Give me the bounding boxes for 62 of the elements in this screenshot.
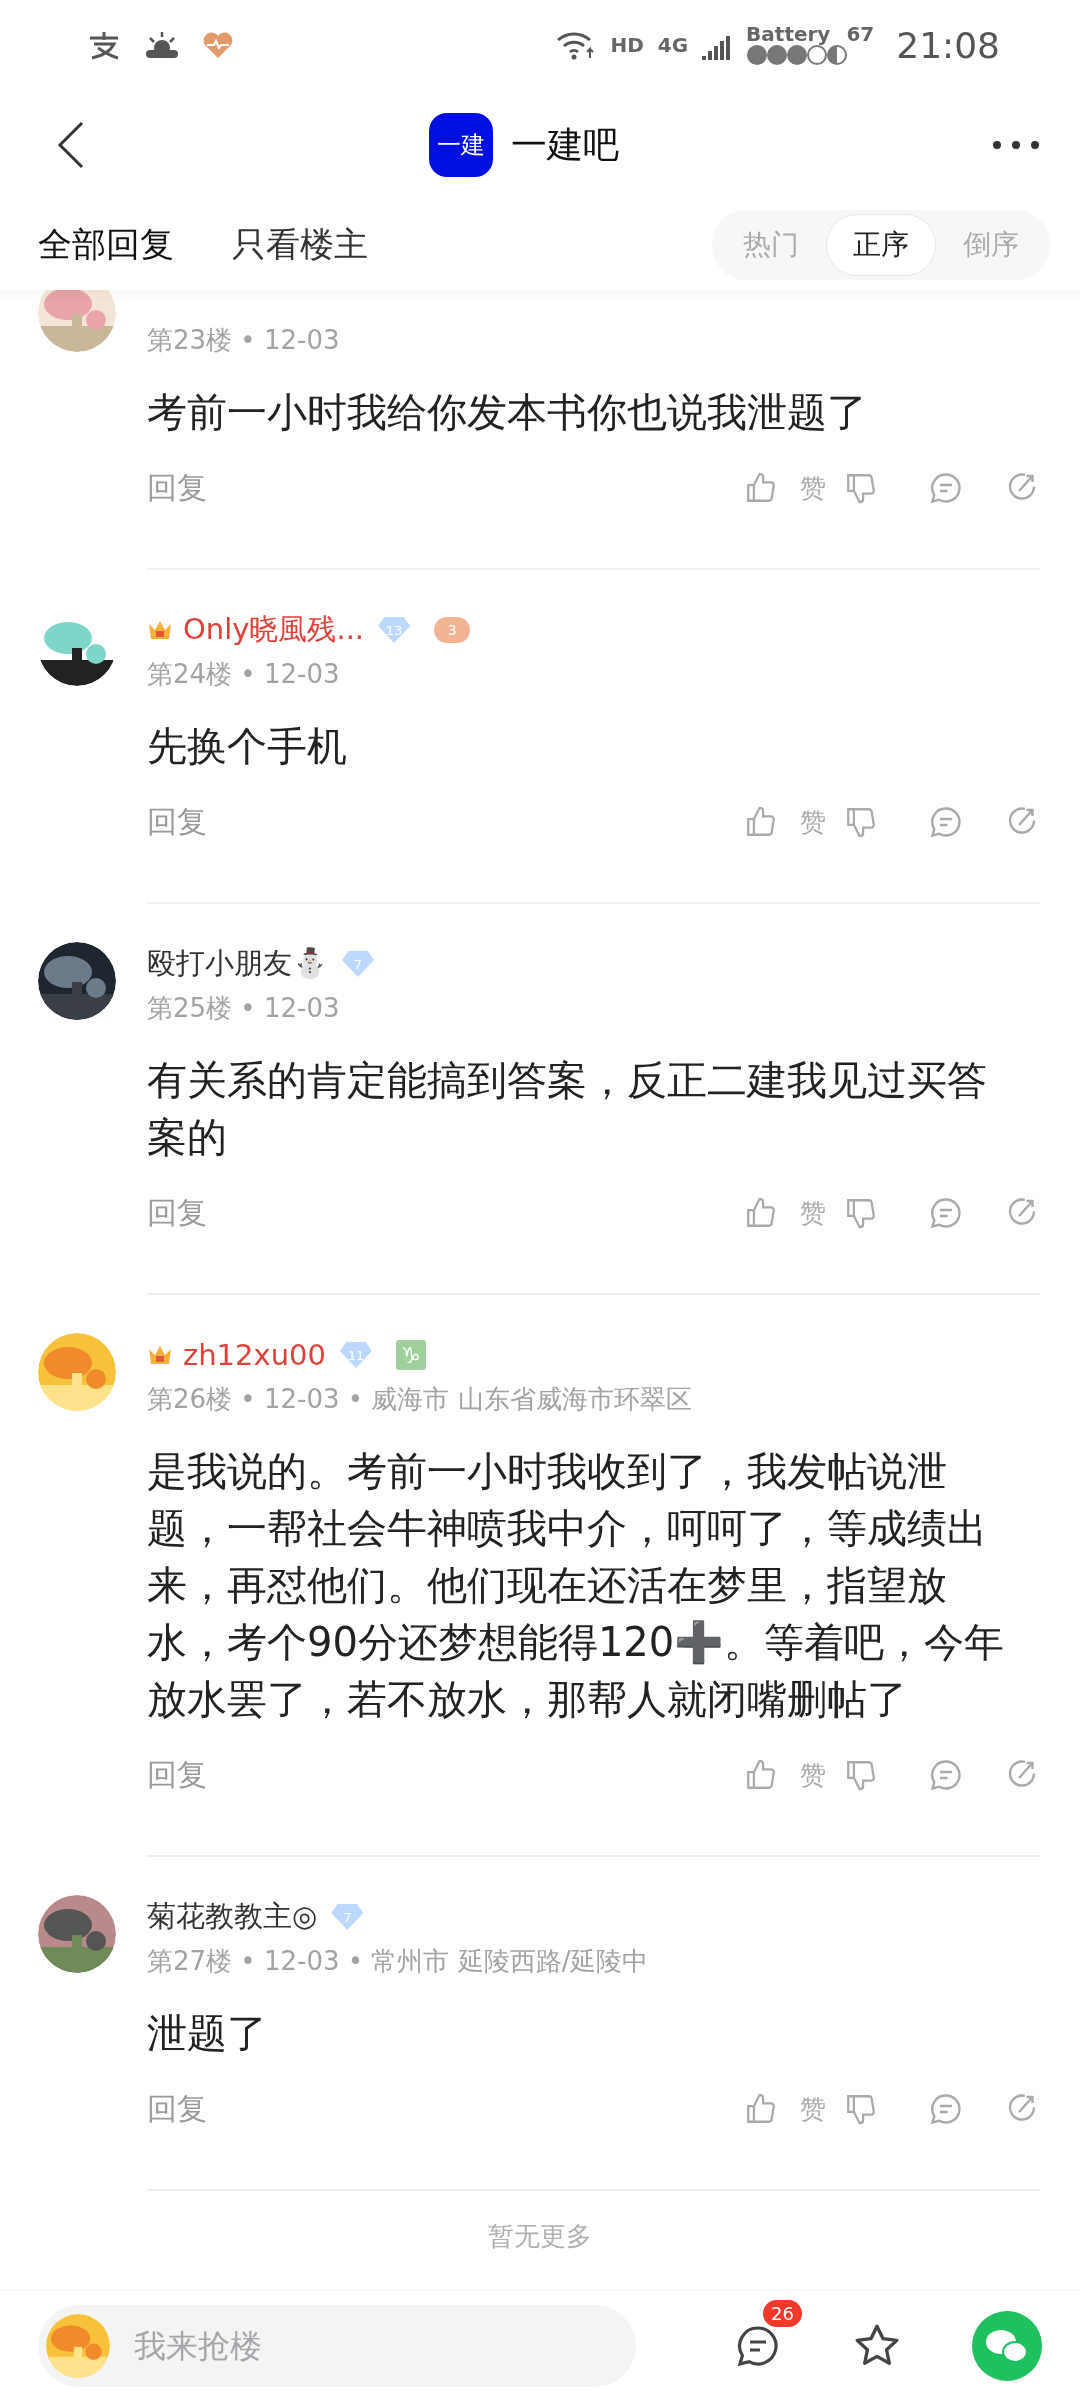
more-button[interactable] (992, 140, 1040, 150)
reply-button[interactable]: 回复 (147, 2088, 207, 2130)
comment-text: 是我说的。考前一小时我收到了，我发帖说泄题，一帮社会牛神喷我中介，呵呵了，等成绩出来，再怼他们。他们现在还活在梦里，指望放水，考个90分还梦想能得120➕。等着吧，今年放水罢了，若不放水，那帮人就闭嘴删帖了 (147, 1447, 1006, 1724)
comment-icon (928, 1195, 964, 1231)
forum-title: 一建吧 (511, 122, 619, 167)
comment-button[interactable] (928, 1757, 964, 1793)
reply-button[interactable]: 回复 (147, 801, 207, 843)
end-note: 暂无更多 (488, 2219, 592, 2253)
comment-icon (928, 470, 964, 506)
weather-icon (144, 30, 180, 60)
post-meta: 第25楼 • 12-03 (147, 992, 341, 1025)
clock: 21:08 (896, 24, 1000, 66)
back-button[interactable] (56, 120, 86, 170)
reply-button[interactable]: 回复 (147, 1754, 207, 1796)
level-badge: 7 (342, 951, 374, 977)
user-name[interactable]: 殴打小朋友⛄ (147, 944, 328, 984)
comment-bar[interactable]: 我来抢楼 (38, 2304, 636, 2387)
comment-icon (928, 804, 964, 840)
chat-bubbles-icon (972, 2310, 1042, 2381)
like-label: 赞 (800, 1758, 826, 1792)
comment-text: 泄题了 (147, 2009, 268, 2058)
comment-button[interactable] (928, 470, 964, 506)
user-name[interactable]: Only晓風残... (183, 610, 365, 650)
comment-button[interactable] (928, 804, 964, 840)
game-badge: 3 (434, 617, 471, 643)
comment-text: 有关系的肯定能搞到答案，反正二建我见过买答案的 (147, 1056, 988, 1162)
like-label: 赞 (800, 1196, 826, 1230)
user-name[interactable]: 菊花教教主◎ (147, 1897, 318, 1937)
reply-button[interactable]: 回复 (147, 1192, 207, 1234)
comment-icon (928, 2091, 964, 2127)
like-label: 赞 (800, 805, 826, 839)
filter-tab[interactable]: 只看楼主 (232, 222, 368, 268)
filter-tab[interactable]: 全部回复 (38, 222, 174, 268)
heart-icon (202, 30, 234, 60)
comment-text: 考前一小时我给你发本书你也说我泄题了 (147, 388, 868, 437)
level-badge: 11 (339, 1342, 372, 1368)
post-meta: 第27楼 • 12-03 • 常州市 延陵西路/延陵中 (147, 1945, 650, 1978)
like-label: 赞 (800, 2092, 826, 2126)
post-meta: 第23楼 • 12-03 (147, 324, 341, 357)
like-label: 赞 (800, 471, 826, 505)
cell-label: 4G (657, 33, 689, 57)
sort-option[interactable]: 倒序 (936, 214, 1046, 276)
sort-option[interactable]: 热门 (716, 214, 826, 276)
comment-text: 先换个手机 (147, 722, 348, 771)
post-meta: 第26楼 • 12-03 • 威海市 山东省威海市环翠区 (147, 1383, 693, 1416)
level-badge: 7 (331, 1904, 364, 1930)
level-badge: 13 (378, 617, 411, 643)
user-name[interactable]: zh12xu00 (183, 1338, 326, 1372)
reply-button[interactable]: 回复 (147, 467, 207, 509)
comment-icon (928, 1757, 964, 1793)
battery-value: 67 (846, 24, 875, 44)
comment-input[interactable]: 我来抢楼 (132, 2325, 532, 2366)
network-label: HD (610, 33, 644, 57)
post-meta: 第24楼 • 12-03 (147, 658, 341, 691)
battery-label: Battery (746, 24, 831, 44)
wechat-share-button[interactable] (972, 2310, 1042, 2381)
comment-button[interactable] (928, 2091, 964, 2127)
zodiac-badge: ♑ (395, 1340, 426, 1370)
forum-logo: 一建 (429, 113, 493, 177)
sort-option[interactable]: 正序 (826, 214, 936, 276)
comment-button[interactable] (928, 1195, 964, 1231)
count-badge: 26 (763, 2299, 802, 2327)
